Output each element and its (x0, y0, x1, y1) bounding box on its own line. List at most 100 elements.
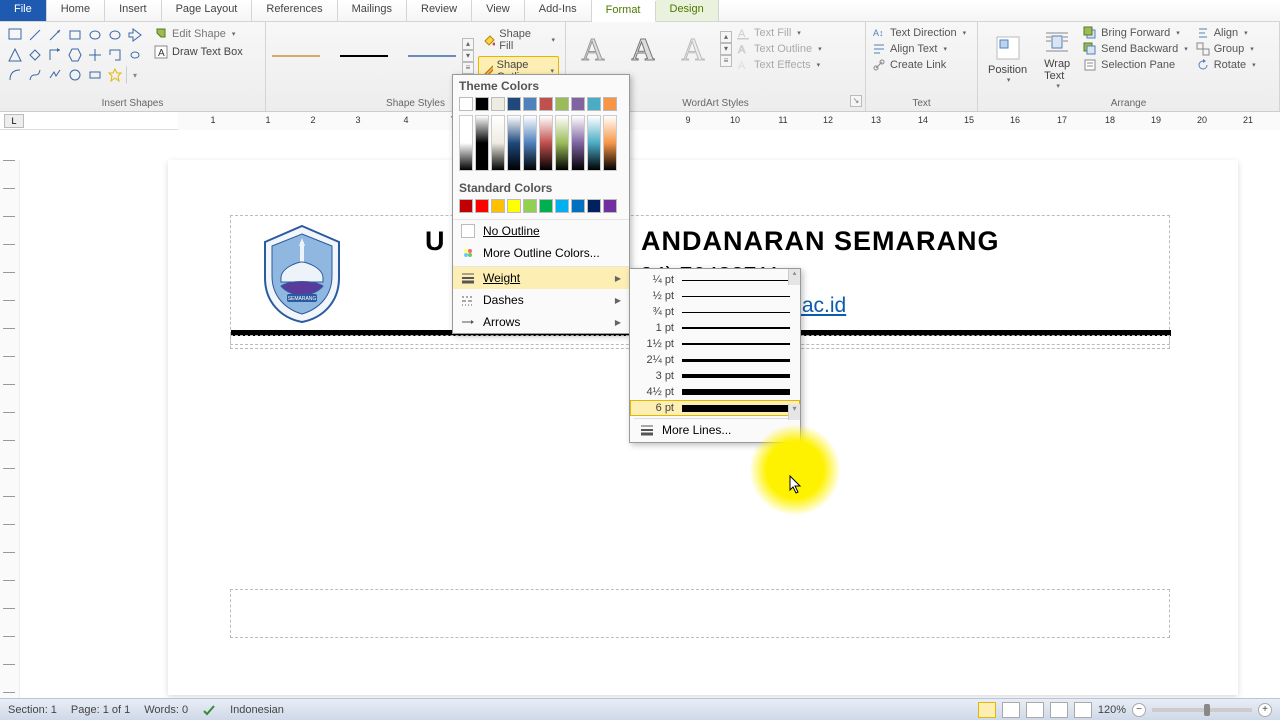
wa-scroll-down[interactable]: ▾ (720, 43, 732, 55)
color-swatch[interactable] (491, 97, 505, 111)
tab-file[interactable]: File (0, 0, 47, 21)
weight-option[interactable]: ¼ pt (630, 272, 800, 288)
wrap-text-button[interactable]: Wrap Text▾ (1039, 26, 1075, 92)
status-language[interactable]: Indonesian (230, 704, 284, 716)
weight-option[interactable]: 4½ pt (630, 384, 800, 400)
more-colors-item[interactable]: More Outline Colors... (453, 242, 629, 264)
weight-option[interactable]: 1 pt (630, 320, 800, 336)
color-swatch[interactable] (507, 97, 521, 111)
weight-option[interactable]: ¾ pt (630, 304, 800, 320)
arrows-item[interactable]: Arrows ▶ (453, 311, 629, 333)
status-words[interactable]: Words: 0 (144, 704, 188, 716)
tab-design[interactable]: Design (656, 0, 719, 21)
view-draft[interactable] (1074, 702, 1092, 718)
color-swatch[interactable] (523, 199, 537, 213)
align-button[interactable]: Align▾ (1196, 26, 1256, 40)
horizontal-ruler[interactable]: 11234789101112131415161718192021 (178, 112, 1280, 130)
spellcheck-icon[interactable] (202, 703, 216, 717)
selection-pane-button[interactable]: Selection Pane (1083, 58, 1188, 72)
weight-scroll-down[interactable]: ▾ (788, 404, 800, 420)
header-link[interactable]: .ac.id (796, 294, 846, 318)
color-tint-column[interactable] (555, 115, 569, 171)
color-swatch[interactable] (523, 97, 537, 111)
weight-item[interactable]: Weight ▶ (453, 266, 629, 289)
rotate-button[interactable]: Rotate▾ (1196, 58, 1256, 72)
color-swatch[interactable] (555, 199, 569, 213)
edit-shape-button[interactable]: Edit Shape ▾ (150, 26, 247, 42)
wordart-launcher[interactable]: ↘ (850, 95, 862, 107)
weight-option[interactable]: 1½ pt (630, 336, 800, 352)
color-swatch[interactable] (603, 97, 617, 111)
color-swatch[interactable] (587, 97, 601, 111)
color-swatch[interactable] (571, 97, 585, 111)
more-lines-item[interactable]: More Lines... (630, 421, 800, 439)
tab-format[interactable]: Format (592, 1, 656, 22)
tab-mailings[interactable]: Mailings (338, 0, 407, 21)
color-swatch[interactable] (507, 199, 521, 213)
theme-variant-rows[interactable] (453, 115, 629, 171)
gallery-expand[interactable]: ≡ (462, 62, 474, 74)
tab-page-layout[interactable]: Page Layout (162, 0, 253, 21)
color-tint-column[interactable] (459, 115, 473, 171)
theme-color-row[interactable] (453, 97, 629, 115)
bring-forward-button[interactable]: Bring Forward▾ (1083, 26, 1188, 40)
zoom-out-button[interactable]: − (1132, 703, 1146, 717)
color-tint-column[interactable] (587, 115, 601, 171)
color-tint-column[interactable] (539, 115, 553, 171)
create-link-button[interactable]: Create Link (872, 58, 971, 72)
standard-color-row[interactable] (453, 199, 629, 217)
shapes-gallery[interactable]: ▾ (6, 26, 144, 84)
view-outline[interactable] (1050, 702, 1068, 718)
tab-references[interactable]: References (252, 0, 337, 21)
weight-option[interactable]: ½ pt (630, 288, 800, 304)
color-swatch[interactable] (459, 97, 473, 111)
color-swatch[interactable] (459, 199, 473, 213)
gallery-scroll-down[interactable]: ▾ (462, 50, 474, 62)
color-tint-column[interactable] (507, 115, 521, 171)
wa-expand[interactable]: ≡ (720, 55, 732, 67)
tab-home[interactable]: Home (47, 0, 105, 21)
color-swatch[interactable] (603, 199, 617, 213)
weight-option[interactable]: 6 pt (630, 400, 800, 416)
tab-review[interactable]: Review (407, 0, 472, 21)
view-full-screen[interactable] (1002, 702, 1020, 718)
no-outline-item[interactable]: No Outline (453, 219, 629, 242)
color-tint-column[interactable] (571, 115, 585, 171)
color-swatch[interactable] (475, 199, 489, 213)
color-swatch[interactable] (539, 199, 553, 213)
zoom-in-button[interactable]: + (1258, 703, 1272, 717)
status-page[interactable]: Page: 1 of 1 (71, 704, 130, 716)
send-backward-button[interactable]: Send Backward▾ (1083, 42, 1188, 56)
color-swatch[interactable] (475, 97, 489, 111)
zoom-slider[interactable] (1152, 708, 1252, 712)
textbox-bottom[interactable] (230, 589, 1170, 638)
color-swatch[interactable] (587, 199, 601, 213)
draw-text-box-button[interactable]: A Draw Text Box (150, 44, 247, 60)
weight-scroll-up[interactable]: ▴ (788, 269, 800, 285)
position-button[interactable]: Position▾ (984, 32, 1031, 86)
color-tint-column[interactable] (491, 115, 505, 171)
color-swatch[interactable] (555, 97, 569, 111)
shape-styles-gallery[interactable] (272, 55, 456, 57)
color-swatch[interactable] (539, 97, 553, 111)
dashes-item[interactable]: Dashes ▶ (453, 289, 629, 311)
color-tint-column[interactable] (523, 115, 537, 171)
tab-addins[interactable]: Add-Ins (525, 0, 592, 21)
weight-option[interactable]: 2¼ pt (630, 352, 800, 368)
tab-selector[interactable]: L (4, 114, 24, 128)
text-direction-button[interactable]: A↕ Text Direction▾ (872, 26, 971, 40)
group-button[interactable]: Group▾ (1196, 42, 1256, 56)
zoom-percent[interactable]: 120% (1098, 704, 1126, 716)
gallery-scroll-up[interactable]: ▴ (462, 38, 474, 50)
weight-option[interactable]: 3 pt (630, 368, 800, 384)
shape-fill-button[interactable]: Shape Fill ▾ (478, 26, 559, 54)
color-swatch[interactable] (491, 199, 505, 213)
wa-scroll-up[interactable]: ▴ (720, 31, 732, 43)
vertical-ruler[interactable] (0, 160, 20, 698)
view-web-layout[interactable] (1026, 702, 1044, 718)
color-swatch[interactable] (571, 199, 585, 213)
color-tint-column[interactable] (475, 115, 489, 171)
view-print-layout[interactable] (978, 702, 996, 718)
tab-insert[interactable]: Insert (105, 0, 162, 21)
status-section[interactable]: Section: 1 (8, 704, 57, 716)
